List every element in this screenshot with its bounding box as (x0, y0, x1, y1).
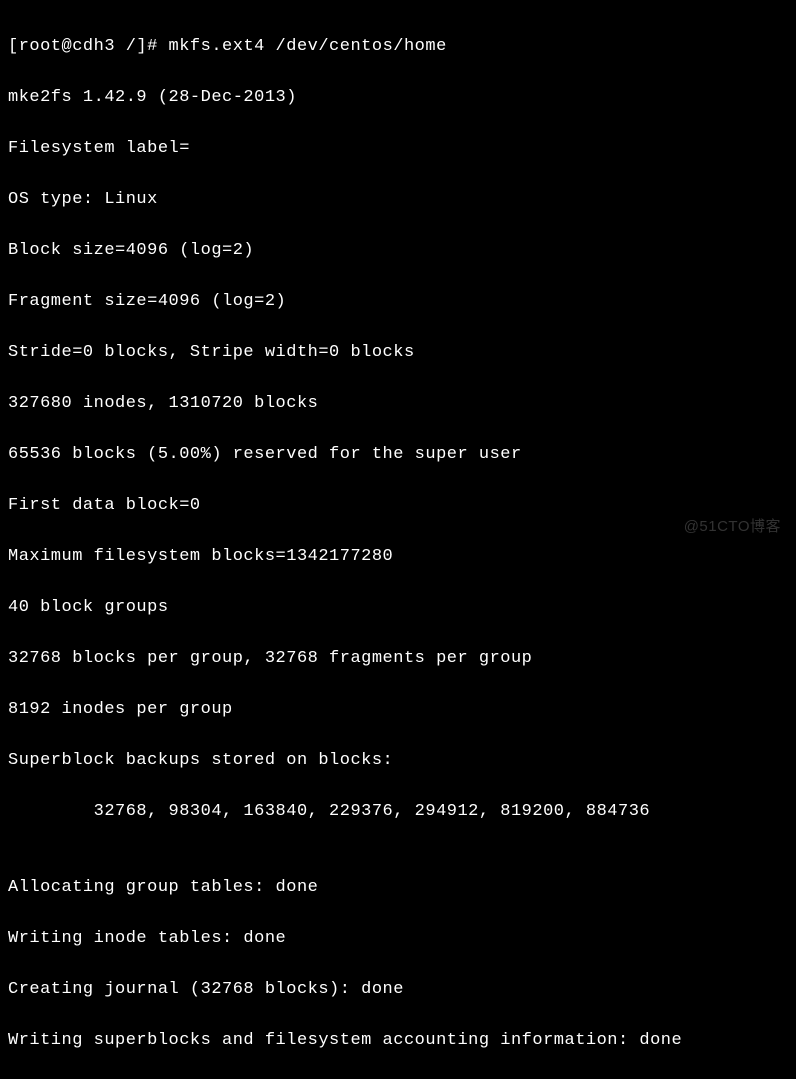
output-line: Fragment size=4096 (log=2) (8, 289, 788, 315)
output-line: Block size=4096 (log=2) (8, 238, 788, 264)
output-line: Writing superblocks and filesystem accou… (8, 1028, 788, 1054)
output-line: 40 block groups (8, 595, 788, 621)
entered-command: mkfs.ext4 /dev/centos/home (169, 37, 447, 56)
output-line: Superblock backups stored on blocks: (8, 748, 788, 774)
output-line: Filesystem label= (8, 136, 788, 162)
output-line: Writing inode tables: done (8, 926, 788, 952)
output-line: OS type: Linux (8, 187, 788, 213)
watermark-text: @51CTO博客 (684, 516, 781, 539)
output-line: Maximum filesystem blocks=1342177280 (8, 544, 788, 570)
output-line: Allocating group tables: done (8, 875, 788, 901)
output-line: 32768 blocks per group, 32768 fragments … (8, 646, 788, 672)
output-line: 8192 inodes per group (8, 697, 788, 723)
output-line: Stride=0 blocks, Stripe width=0 blocks (8, 340, 788, 366)
output-line: mke2fs 1.42.9 (28-Dec-2013) (8, 85, 788, 111)
output-line: Creating journal (32768 blocks): done (8, 977, 788, 1003)
shell-prompt: [root@cdh3 /]# (8, 37, 169, 56)
terminal-output[interactable]: [root@cdh3 /]# mkfs.ext4 /dev/centos/hom… (8, 8, 788, 1079)
output-line: First data block=0 (8, 493, 788, 519)
output-line: 32768, 98304, 163840, 229376, 294912, 81… (8, 799, 788, 825)
output-line: 65536 blocks (5.00%) reserved for the su… (8, 442, 788, 468)
command-line: [root@cdh3 /]# mkfs.ext4 /dev/centos/hom… (8, 34, 788, 60)
output-line: 327680 inodes, 1310720 blocks (8, 391, 788, 417)
